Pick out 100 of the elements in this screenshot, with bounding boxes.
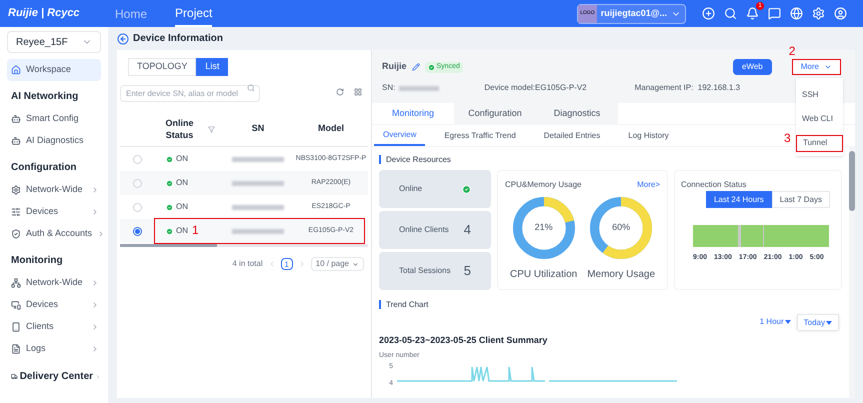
- device-model: Device model:EG105G-P-V2: [484, 82, 587, 94]
- sub-tab[interactable]: Detailed Entries: [534, 125, 610, 146]
- message-icon[interactable]: [768, 7, 781, 20]
- home-icon: [11, 65, 21, 75]
- menu-item[interactable]: SSH: [796, 86, 843, 104]
- step-number: 1: [192, 223, 199, 237]
- device-name: Ruijie: [382, 60, 407, 74]
- sn-label: SN:: [382, 82, 396, 94]
- section-title: Device Resources: [379, 155, 842, 164]
- search-icon[interactable]: [724, 7, 737, 20]
- project-select[interactable]: Reyee_15F: [7, 31, 101, 53]
- more-link[interactable]: More>: [637, 179, 660, 191]
- gauge-reading: 21%: [534, 221, 554, 234]
- online-icon: [166, 228, 173, 234]
- sidebar-item[interactable]: Network-Wide: [7, 272, 101, 294]
- globe-icon[interactable]: [790, 7, 803, 20]
- bell-icon[interactable]: [746, 7, 759, 20]
- online-icon: [166, 156, 173, 162]
- status-text: ON: [176, 201, 188, 213]
- column-header: Model: [317, 122, 345, 136]
- card-title: Connection Status: [681, 179, 748, 191]
- sidebar-item[interactable]: Delivery Center: [7, 363, 101, 390]
- page-number[interactable]: 1: [280, 258, 293, 270]
- view-toggle[interactable]: TOPOLOGY: [128, 58, 196, 76]
- sidebar-item[interactable]: Devices: [7, 294, 101, 316]
- interval-select[interactable]: 1 Hour: [754, 314, 797, 330]
- edit-icon[interactable]: [412, 63, 420, 71]
- page-size-select[interactable]: 10 / page: [310, 257, 364, 271]
- gauge-label: CPU Utilization: [510, 268, 578, 282]
- sidebar-item[interactable]: Network-Wide: [7, 179, 101, 201]
- day-select[interactable]: Today: [796, 314, 839, 330]
- brand-logo: Ruijie | Rcycc: [8, 6, 81, 22]
- more-button[interactable]: More: [792, 59, 841, 75]
- online-icon: [166, 204, 173, 210]
- settings-icon[interactable]: [812, 7, 825, 20]
- gauge-reading: 60%: [611, 221, 632, 234]
- sidebar-item[interactable]: Devices: [7, 201, 101, 223]
- menu-item[interactable]: Web CLI: [796, 110, 843, 128]
- chevron-icon: [91, 186, 99, 194]
- sub-tab[interactable]: Log History: [619, 125, 678, 146]
- user-icon[interactable]: [834, 7, 847, 20]
- sidebar-heading: Monitoring: [10, 254, 64, 268]
- card-title: CPU&Memory Usage: [505, 179, 582, 191]
- back-icon[interactable]: [117, 32, 129, 44]
- eweb-button[interactable]: eWeb: [733, 59, 772, 75]
- menu-item[interactable]: Tunnel: [796, 134, 843, 152]
- view-toggle[interactable]: List: [196, 58, 228, 76]
- detail-tab[interactable]: Configuration: [454, 103, 536, 124]
- refresh-icon[interactable]: [336, 88, 344, 96]
- gear-icon: [11, 185, 21, 195]
- status-text: ON: [176, 153, 188, 165]
- sidebar-item[interactable]: Auth & Accounts: [7, 223, 101, 245]
- sidebar-item[interactable]: AI Diagnostics: [7, 130, 101, 152]
- truck-icon: [11, 372, 18, 381]
- chevron-icon: [91, 323, 99, 331]
- document-icon: [11, 344, 21, 354]
- filter-icon[interactable]: [208, 126, 214, 132]
- range-button[interactable]: Last 7 Days: [772, 191, 830, 208]
- grid-icon[interactable]: [354, 88, 362, 96]
- online-icon: [166, 180, 173, 186]
- sidebar-item[interactable]: Smart Config: [7, 108, 101, 130]
- radio-button[interactable]: [132, 226, 142, 236]
- shield-icon: [11, 229, 21, 239]
- chevron-icon: [91, 345, 99, 353]
- sub-tab[interactable]: Egress Traffic Trend: [435, 125, 525, 146]
- sub-tab[interactable]: Overview: [374, 125, 426, 146]
- robot-icon: [11, 114, 21, 124]
- column-header: SN: [250, 122, 266, 136]
- chevron-icon: [91, 301, 99, 309]
- section-title: Trend Chart: [379, 300, 842, 309]
- sidebar-item[interactable]: Workspace: [7, 59, 101, 81]
- add-icon[interactable]: [702, 7, 715, 20]
- management-ip: Management IP: 192.168.1.3: [634, 82, 740, 94]
- network-icon: [11, 278, 21, 288]
- search-field[interactable]: Enter device SN, alias or model: [120, 85, 260, 102]
- chart-title: 2023-05-23~2023-05-25 Client Summary: [379, 334, 548, 347]
- nav-tab[interactable]: Project: [175, 0, 212, 27]
- page-title: Device Information: [133, 32, 224, 46]
- robot-icon: [11, 136, 21, 146]
- range-button[interactable]: Last 24 Hours: [706, 191, 772, 208]
- search-icon: [247, 84, 255, 92]
- redacted-sn: [232, 156, 284, 162]
- sidebar-item[interactable]: Clients: [7, 316, 101, 338]
- redacted-sn: [232, 204, 284, 210]
- total-count: 4 in total: [232, 258, 263, 270]
- redacted-sn: [232, 228, 284, 234]
- sidebar-item[interactable]: Logs: [7, 338, 101, 360]
- status-text: ON: [176, 177, 188, 189]
- redacted-sn: [232, 180, 284, 186]
- detail-tab[interactable]: Diagnostics: [536, 103, 618, 124]
- stat-card: Total Sessions 5: [379, 252, 491, 290]
- stat-card: Online: [379, 170, 491, 208]
- step-number: 3: [784, 130, 791, 147]
- triangle-icon: [826, 320, 832, 324]
- caret-icon: [352, 260, 359, 268]
- redacted-sn: [399, 86, 440, 90]
- online-icon: [462, 184, 471, 194]
- chevron-icon: [91, 208, 99, 216]
- stat-value: 4: [464, 221, 471, 240]
- chevron-icon: [91, 279, 99, 287]
